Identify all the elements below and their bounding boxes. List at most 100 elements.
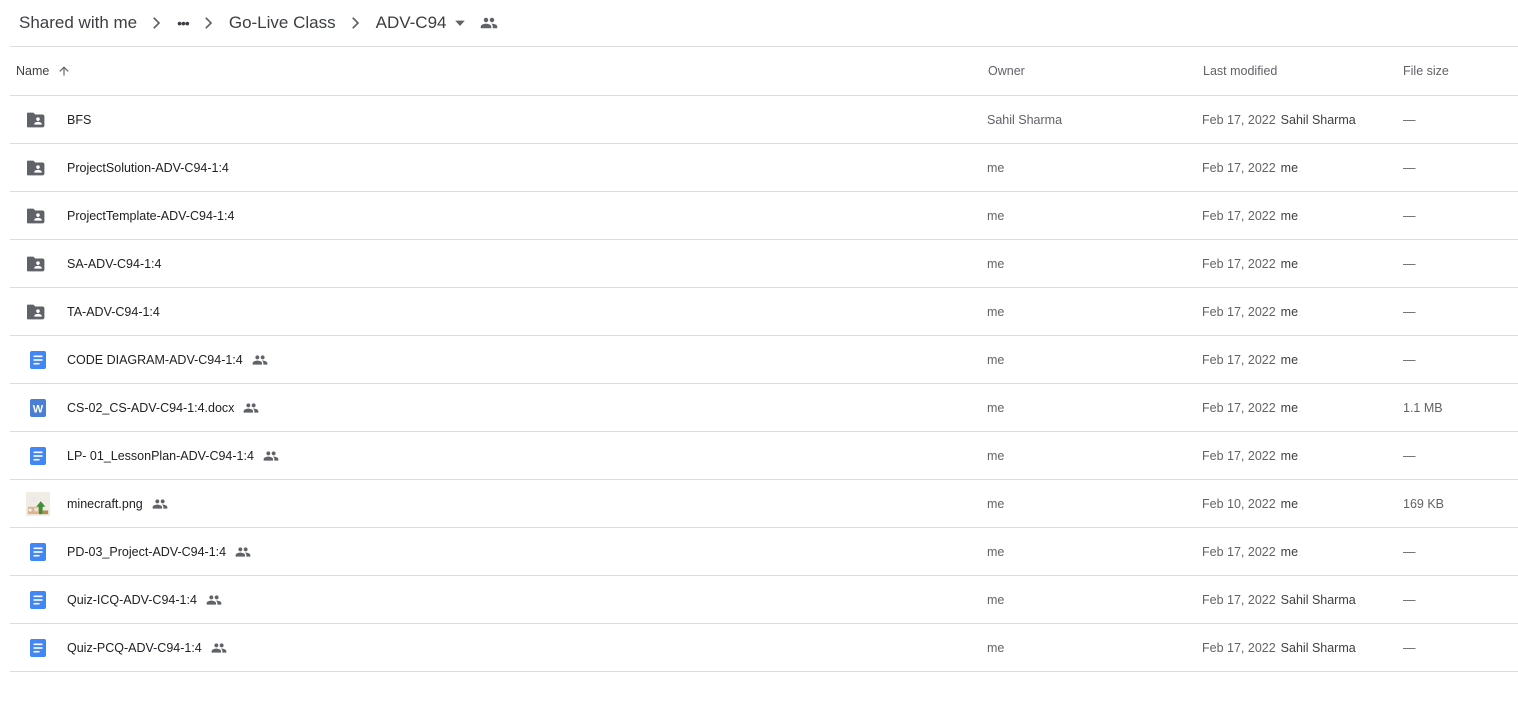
file-name: Quiz-ICQ-ADV-C94-1:4 <box>67 592 197 607</box>
breadcrumb: Shared with me ••• Go-Live Class ADV-C94 <box>0 0 1518 46</box>
more-horizontal-icon: ••• <box>177 15 190 31</box>
last-modified-cell: Feb 17, 2022 me <box>1202 288 1298 335</box>
file-row[interactable]: SA-ADV-C94-1:4 me Feb 17, 2022 me — <box>10 240 1518 288</box>
last-modified-cell: Feb 17, 2022 me <box>1202 336 1298 383</box>
chevron-right-icon <box>146 13 166 33</box>
modified-by: me <box>1280 544 1299 559</box>
file-size: — <box>1403 544 1416 559</box>
breadcrumb-current-folder[interactable]: ADV-C94 <box>376 13 447 33</box>
last-modified-cell: Feb 17, 2022 Sahil Sharma <box>1202 576 1356 623</box>
file-name-cell: LP- 01_LessonPlan-ADV-C94-1:4 <box>67 432 279 479</box>
file-size: — <box>1403 304 1416 319</box>
shared-people-icon[interactable] <box>480 14 498 32</box>
modified-date: Feb 17, 2022 <box>1202 400 1276 415</box>
last-modified-cell: Feb 17, 2022 me <box>1202 192 1298 239</box>
file-list-header: Name Owner Last modified File size <box>10 47 1518 96</box>
breadcrumb-more-button[interactable]: ••• <box>177 15 190 31</box>
column-header-last-modified[interactable]: Last modified <box>1203 47 1277 95</box>
modified-date: Feb 17, 2022 <box>1202 592 1276 607</box>
file-name-cell: minecraft.png <box>67 480 168 527</box>
file-row[interactable]: ProjectTemplate-ADV-C94-1:4 me Feb 17, 202… <box>10 192 1518 240</box>
shared-people-icon <box>211 640 227 656</box>
file-size: — <box>1403 208 1416 223</box>
shared-people-icon <box>235 544 251 560</box>
file-name-cell: CODE DIAGRAM-ADV-C94-1:4 <box>67 336 268 383</box>
file-row[interactable]: BFS Sahil Sharma Feb 17, 2022 Sahil Sharma — <box>10 96 1518 144</box>
modified-by: me <box>1280 496 1299 511</box>
google-docs-icon <box>26 336 50 383</box>
column-header-name-label: Name <box>16 64 50 78</box>
file-size: — <box>1403 112 1416 127</box>
file-owner: Sahil Sharma <box>987 112 1063 127</box>
breadcrumb-go-live-class[interactable]: Go-Live Class <box>229 13 336 33</box>
file-name: LP- 01_LessonPlan-ADV-C94-1:4 <box>67 448 254 463</box>
last-modified-cell: Feb 17, 2022 me <box>1202 432 1298 479</box>
shared-people-icon <box>263 448 279 464</box>
file-owner: me <box>987 544 1005 559</box>
file-name: Quiz-PCQ-ADV-C94-1:4 <box>67 640 202 655</box>
modified-by: me <box>1280 448 1299 463</box>
file-name: ProjectSolution-ADV-C94-1:4 <box>67 160 229 175</box>
column-header-file-size[interactable]: File size <box>1403 47 1449 95</box>
file-name-cell: SA-ADV-C94-1:4 <box>67 240 161 287</box>
file-row[interactable]: CODE DIAGRAM-ADV-C94-1:4 me Feb 17, 2022 me… <box>10 336 1518 384</box>
svg-text:W: W <box>33 403 44 415</box>
folder-menu-caret-icon[interactable] <box>454 17 466 29</box>
shared-folder-icon <box>26 240 50 287</box>
shared-folder-icon <box>26 192 50 239</box>
file-row[interactable]: Quiz-ICQ-ADV-C94-1:4 me Feb 17, 2022 Sahil … <box>10 576 1518 624</box>
file-list: BFS Sahil Sharma Feb 17, 2022 Sahil Sharma —… <box>10 96 1518 672</box>
last-modified-cell: Feb 10, 2022 me <box>1202 480 1298 527</box>
modified-by: me <box>1280 352 1299 367</box>
file-name-cell: ProjectTemplate-ADV-C94-1:4 <box>67 192 234 239</box>
file-row[interactable]: minecraft.png me Feb 10, 2022 me 169 KB <box>10 480 1518 528</box>
file-size: 1.1 MB <box>1403 400 1443 415</box>
last-modified-cell: Feb 17, 2022 me <box>1202 384 1298 431</box>
file-size: — <box>1403 592 1416 607</box>
file-row[interactable]: Quiz-PCQ-ADV-C94-1:4 me Feb 17, 2022 Sahil … <box>10 624 1518 672</box>
file-name-cell: PD-03_Project-ADV-C94-1:4 <box>67 528 251 575</box>
modified-date: Feb 17, 2022 <box>1202 304 1276 319</box>
image-thumbnail-icon <box>26 480 50 527</box>
modified-by: me <box>1280 160 1299 175</box>
file-name-cell: TA-ADV-C94-1:4 <box>67 288 160 335</box>
modified-date: Feb 17, 2022 <box>1202 112 1276 127</box>
column-header-owner[interactable]: Owner <box>988 47 1025 95</box>
modified-date: Feb 17, 2022 <box>1202 208 1276 223</box>
shared-folder-icon <box>26 144 50 191</box>
file-name-cell: ProjectSolution-ADV-C94-1:4 <box>67 144 229 191</box>
google-docs-icon <box>26 576 50 623</box>
file-name: TA-ADV-C94-1:4 <box>67 304 160 319</box>
file-row[interactable]: PD-03_Project-ADV-C94-1:4 me Feb 17, 2022 m… <box>10 528 1518 576</box>
file-owner: me <box>987 448 1005 463</box>
file-name: minecraft.png <box>67 496 143 511</box>
shared-people-icon <box>252 352 268 368</box>
modified-by: Sahil Sharma <box>1280 640 1356 655</box>
file-size: — <box>1403 256 1416 271</box>
file-size: — <box>1403 448 1416 463</box>
column-header-name[interactable]: Name <box>16 47 71 95</box>
file-row[interactable]: LP- 01_LessonPlan-ADV-C94-1:4 me Feb 17, 2… <box>10 432 1518 480</box>
file-owner: me <box>987 160 1005 175</box>
file-row[interactable]: TA-ADV-C94-1:4 me Feb 17, 2022 me — <box>10 288 1518 336</box>
modified-date: Feb 17, 2022 <box>1202 160 1276 175</box>
file-size: 169 KB <box>1403 496 1445 511</box>
last-modified-cell: Feb 17, 2022 Sahil Sharma <box>1202 96 1356 143</box>
file-size: — <box>1403 160 1416 175</box>
last-modified-cell: Feb 17, 2022 me <box>1202 528 1298 575</box>
file-size: — <box>1403 352 1416 367</box>
file-name: BFS <box>67 112 92 127</box>
file-owner: me <box>987 400 1005 415</box>
modified-date: Feb 10, 2022 <box>1202 496 1276 511</box>
shared-people-icon <box>206 592 222 608</box>
shared-people-icon <box>152 496 168 512</box>
modified-by: Sahil Sharma <box>1280 592 1356 607</box>
file-name: CODE DIAGRAM-ADV-C94-1:4 <box>67 352 243 367</box>
modified-by: me <box>1280 304 1299 319</box>
shared-folder-icon <box>26 96 50 143</box>
file-row[interactable]: ProjectSolution-ADV-C94-1:4 me Feb 17, 202… <box>10 144 1518 192</box>
google-docs-icon <box>26 624 50 671</box>
file-row[interactable]: W CS-02_CS-ADV-C94-1:4.docx me Feb 17, 2022… <box>10 384 1518 432</box>
sort-ascending-icon[interactable] <box>57 64 71 78</box>
breadcrumb-shared-with-me[interactable]: Shared with me <box>19 13 137 33</box>
